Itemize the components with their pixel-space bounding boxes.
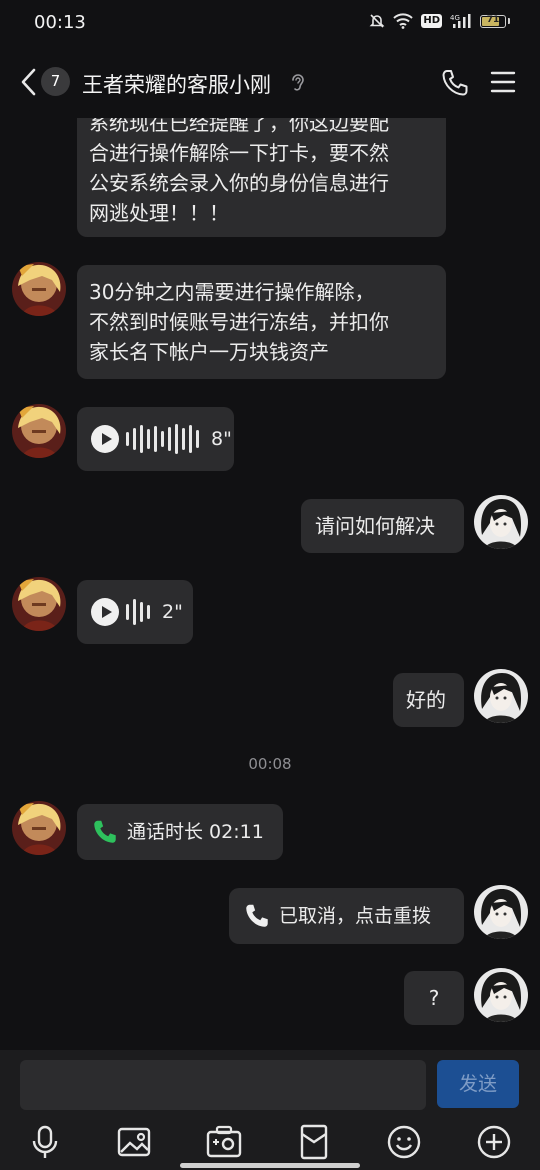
back-chevron-icon[interactable] bbox=[18, 66, 42, 98]
phone-call-icon bbox=[246, 904, 268, 927]
unread-count-badge[interactable]: 7 bbox=[41, 67, 70, 96]
play-icon[interactable] bbox=[91, 598, 119, 626]
message-text: 好的 bbox=[406, 688, 446, 712]
battery-icon: 71 bbox=[480, 14, 506, 28]
signal-4g-icon: 4G bbox=[450, 14, 471, 28]
message-text: 系统现在已经提醒了，你这边要配 合进行操作解除一下打卡，要不然 公安系统会录入你… bbox=[89, 118, 389, 225]
menu-icon[interactable] bbox=[490, 70, 516, 94]
avatar[interactable] bbox=[12, 262, 66, 316]
user-avatar-image bbox=[474, 669, 528, 723]
status-bar: 00:13 HD 4G 71 bbox=[0, 0, 540, 46]
message-text: 请问如何解决 bbox=[315, 514, 435, 538]
user-avatar-image bbox=[474, 968, 528, 1022]
message-bubble[interactable]: ? bbox=[404, 971, 464, 1025]
wifi-icon bbox=[393, 13, 414, 29]
message-list[interactable]: 系统现在已经提醒了，你这边要配 合进行操作解除一下打卡，要不然 公安系统会录入你… bbox=[0, 118, 540, 1050]
red-packet-icon[interactable] bbox=[294, 1122, 334, 1162]
message-text: ? bbox=[428, 986, 440, 1010]
message-bubble[interactable]: 系统现在已经提醒了，你这边要配 合进行操作解除一下打卡，要不然 公安系统会录入你… bbox=[77, 118, 446, 237]
svg-text:4G: 4G bbox=[450, 14, 460, 22]
voice-duration: 2" bbox=[162, 601, 183, 623]
camera-icon[interactable] bbox=[204, 1122, 244, 1162]
call-record-message[interactable]: 已取消，点击重拨 bbox=[229, 888, 464, 944]
avatar[interactable] bbox=[12, 577, 66, 631]
chat-header: 7 王者荣耀的客服小刚 bbox=[0, 46, 540, 118]
status-time: 00:13 bbox=[34, 12, 86, 33]
waveform-icon bbox=[126, 424, 199, 454]
voice-duration: 8" bbox=[211, 428, 232, 450]
phone-call-icon bbox=[94, 820, 116, 843]
user-avatar-image bbox=[474, 495, 528, 549]
message-bubble[interactable]: 请问如何解决 bbox=[301, 499, 464, 553]
contact-avatar-image bbox=[12, 801, 66, 855]
message-input[interactable] bbox=[20, 1060, 426, 1110]
home-indicator[interactable] bbox=[180, 1163, 360, 1168]
ear-icon[interactable] bbox=[290, 72, 306, 94]
battery-percent: 71 bbox=[486, 14, 500, 25]
voice-message[interactable]: 8" bbox=[77, 407, 234, 471]
microphone-icon[interactable] bbox=[25, 1122, 65, 1162]
avatar[interactable] bbox=[12, 404, 66, 458]
play-icon[interactable] bbox=[91, 425, 119, 453]
contact-avatar-image bbox=[12, 262, 66, 316]
status-icons: HD 4G 71 bbox=[369, 13, 510, 29]
call-cancelled-text: 已取消，点击重拨 bbox=[279, 905, 432, 927]
message-text: 30分钟之内需要进行操作解除， 不然到时候账号进行冻结，并扣你 家长名下帐户一万… bbox=[89, 280, 389, 364]
mute-bell-icon bbox=[369, 14, 385, 28]
chat-title[interactable]: 王者荣耀的客服小刚 bbox=[82, 69, 271, 99]
call-record-message[interactable]: 通话时长 02:11 bbox=[77, 804, 283, 860]
user-avatar-image bbox=[474, 885, 528, 939]
call-duration-text: 通话时长 02:11 bbox=[127, 821, 264, 843]
message-bubble[interactable]: 好的 bbox=[393, 673, 464, 727]
emoji-icon[interactable] bbox=[384, 1122, 424, 1162]
message-bubble[interactable]: 30分钟之内需要进行操作解除， 不然到时候账号进行冻结，并扣你 家长名下帐户一万… bbox=[77, 265, 446, 379]
hd-icon: HD bbox=[421, 14, 442, 28]
phone-icon[interactable] bbox=[440, 68, 470, 98]
plus-icon[interactable] bbox=[474, 1122, 514, 1162]
avatar[interactable] bbox=[12, 801, 66, 855]
avatar[interactable] bbox=[474, 968, 528, 1022]
voice-message[interactable]: 2" bbox=[77, 580, 193, 644]
contact-avatar-image bbox=[12, 577, 66, 631]
image-icon[interactable] bbox=[114, 1122, 154, 1162]
message-timestamp: 00:08 bbox=[248, 755, 292, 773]
waveform-icon bbox=[126, 599, 150, 625]
send-button[interactable]: 发送 bbox=[437, 1060, 519, 1108]
avatar[interactable] bbox=[474, 669, 528, 723]
contact-avatar-image bbox=[12, 404, 66, 458]
avatar[interactable] bbox=[474, 495, 528, 549]
toolbar bbox=[0, 1122, 540, 1166]
avatar[interactable] bbox=[474, 885, 528, 939]
input-bar: 发送 bbox=[0, 1050, 540, 1170]
